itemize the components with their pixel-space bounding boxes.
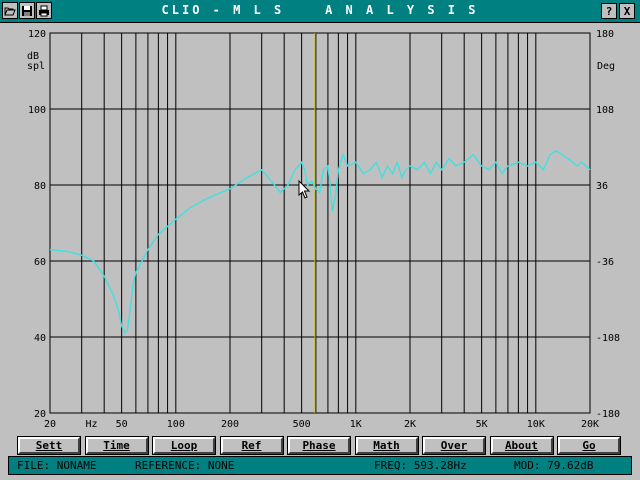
phase-button[interactable]: Phase — [287, 436, 351, 455]
time-button[interactable]: Time — [84, 436, 149, 455]
x-tick-label: 20K — [581, 419, 599, 430]
window-title: CLIO - M L S A N A L Y S I S — [161, 3, 479, 17]
y-tick-label: 80 — [34, 181, 46, 192]
phase-tick-label: 180 — [596, 29, 614, 40]
sett-button[interactable]: Sett — [17, 436, 81, 455]
printer-icon — [39, 5, 49, 16]
go-button[interactable]: Go — [557, 436, 621, 455]
x-tick-label: 5K — [476, 419, 488, 430]
disk-icon — [22, 5, 32, 16]
x-tick-label: 500 — [293, 419, 311, 430]
y-axis-label-spl: spl — [27, 61, 45, 72]
x-axis-ticks: 20 Hz 50 100 200 500 1K 2K 5K 10K 20K — [44, 419, 599, 430]
x-tick-label: 100 — [167, 419, 185, 430]
phase-tick-label: 108 — [596, 105, 614, 116]
frequency-response-chart[interactable]: 120 100 80 60 40 20 180 108 36 -36 -108 -180 20 Hz 5… — [0, 23, 640, 433]
status-bar: FILE: NONAME REFERENCE: NONE FREQ: 593.2… — [8, 456, 632, 475]
x-tick-label: 1K — [350, 419, 362, 430]
status-reference: REFERENCE: NONE — [135, 459, 235, 472]
x-tick-label: 10K — [527, 419, 545, 430]
x-tick-label: 2K — [404, 419, 416, 430]
y-tick-label: 100 — [28, 105, 46, 116]
y-tick-label: 40 — [34, 333, 46, 344]
status-mod: MOD: 79.62dB — [514, 459, 594, 472]
phase-tick-label: -108 — [596, 333, 620, 344]
x-tick-label: 200 — [221, 419, 239, 430]
plot-area[interactable] — [49, 32, 591, 414]
status-frequency: FREQ: 593.28Hz — [374, 459, 467, 472]
y-axis-ticks: 12010080604020 — [28, 29, 46, 420]
y-tick-label: 60 — [34, 257, 46, 268]
over-button[interactable]: Over — [422, 436, 486, 455]
about-button[interactable]: About — [489, 436, 554, 455]
phase-axis-label: Deg — [597, 61, 615, 72]
x-tick-label: 20 — [44, 419, 56, 430]
loop-button[interactable]: Loop — [152, 436, 216, 455]
help-button[interactable]: ? — [601, 3, 617, 19]
y-tick-label: 120 — [28, 29, 46, 40]
ref-button[interactable]: Ref — [219, 436, 284, 455]
status-file: FILE: NONAME — [17, 459, 97, 472]
title-bar: CLIO - M L S A N A L Y S I S ? X — [0, 0, 640, 23]
phase-axis-ticks: 180 108 36 -36 -108 -180 — [596, 29, 620, 420]
x-tick-label: 50 — [116, 419, 128, 430]
close-button[interactable]: X — [619, 3, 635, 19]
print-icon[interactable] — [36, 2, 52, 19]
math-button[interactable]: Math — [354, 436, 419, 455]
folder-icon — [4, 7, 16, 15]
phase-tick-label: -180 — [596, 409, 620, 420]
phase-tick-label: -36 — [596, 257, 614, 268]
x-tick-label: Hz — [85, 419, 97, 430]
open-icon[interactable] — [2, 2, 18, 19]
phase-tick-label: 36 — [596, 181, 608, 192]
save-icon[interactable] — [19, 2, 35, 19]
toolbar: Sett Time Loop Ref Phase Math Over About Go — [17, 436, 624, 455]
